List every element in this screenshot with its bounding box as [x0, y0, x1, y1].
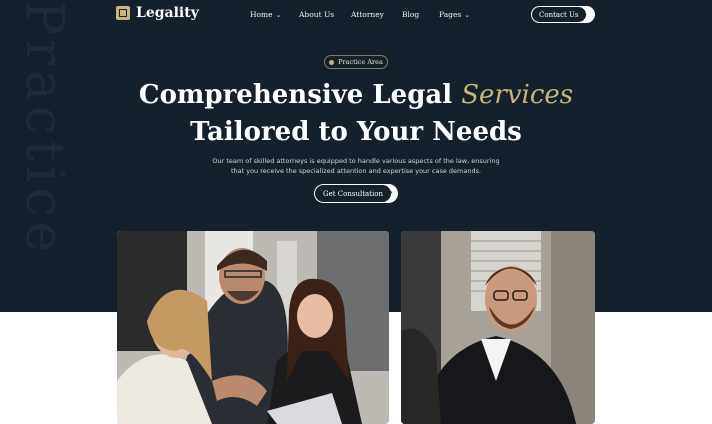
top-navigation: Legality Home ⌄ About Us Attorney Blog Pa…	[0, 0, 712, 30]
section-badge: Practice Area	[324, 55, 388, 69]
hero-headline-accent: Services	[461, 80, 574, 110]
dot-icon	[329, 59, 335, 65]
nav-item-home[interactable]: Home ⌄	[250, 10, 281, 19]
nav-item-attorney[interactable]: Attorney	[351, 10, 384, 19]
chevron-down-icon: ⌄	[275, 11, 282, 19]
team-meeting-photo	[117, 231, 389, 424]
team-meeting-illustration	[117, 231, 389, 424]
logo-text: Legality	[136, 5, 199, 21]
hero-description: Our team of skilled attorneys is equippe…	[212, 157, 500, 175]
nav-item-about-us[interactable]: About Us	[299, 10, 334, 19]
chevron-right-icon: ›	[583, 10, 588, 19]
get-consultation-button[interactable]: Get Consultation ›	[314, 184, 398, 203]
contact-us-label: Contact Us	[532, 7, 586, 22]
attorney-portrait-photo	[401, 231, 595, 424]
nav-item-pages[interactable]: Pages ⌄	[439, 10, 470, 19]
nav-item-blog[interactable]: Blog	[402, 10, 419, 19]
chevron-right-icon: ›	[389, 188, 393, 198]
hero-headline-line2: Tailored to Your Needs	[190, 117, 522, 147]
logo[interactable]: Legality	[116, 5, 199, 21]
contact-us-button[interactable]: Contact Us ›	[531, 6, 595, 23]
get-consultation-label: Get Consultation	[315, 185, 391, 202]
attorney-portrait-illustration	[401, 231, 595, 424]
hero-headline-line1: Comprehensive Legal Services	[138, 80, 574, 110]
chevron-down-icon: ⌄	[464, 11, 471, 19]
logo-icon	[116, 6, 130, 20]
